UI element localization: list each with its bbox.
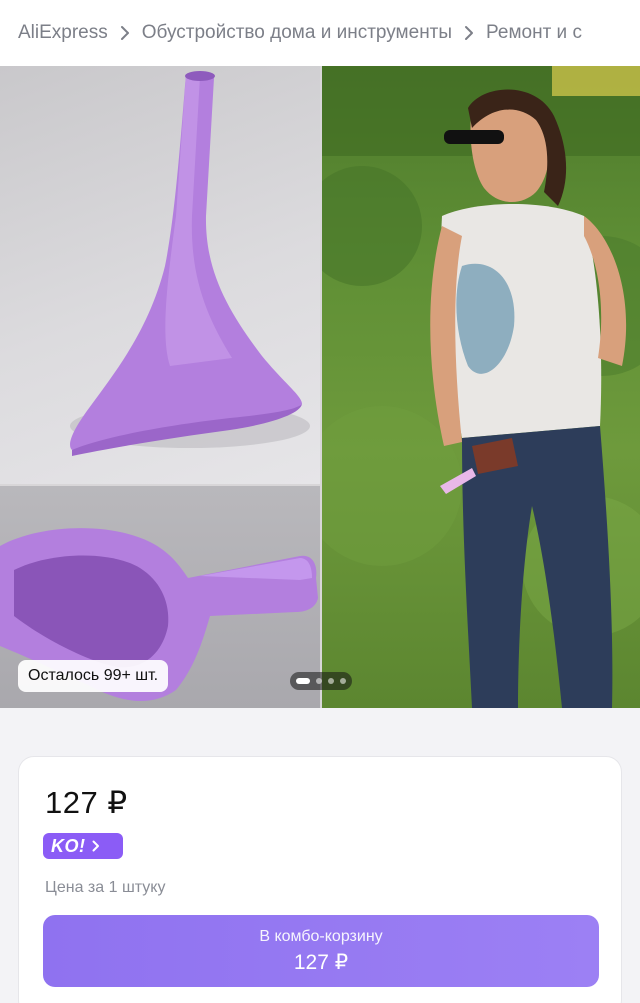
pager-dot-active[interactable] [296,678,310,684]
gallery-pager[interactable] [290,672,352,690]
combo-button-price: 127 ₽ [293,950,349,974]
chevron-right-icon [108,23,142,43]
stock-badge: Осталось 99+ шт. [18,660,169,692]
breadcrumb: AliExpress Обустройство дома и инструмен… [0,0,640,66]
add-to-combo-cart-button[interactable]: В комбо-корзину 127 ₽ [43,915,599,987]
combo-button-label: В комбо-корзину [259,927,383,945]
chevron-right-icon [452,23,486,43]
product-photo-usage[interactable] [322,66,640,708]
chevron-right-icon [92,840,100,852]
product-photo-funnel-standing[interactable] [0,66,320,484]
ko-label: KO! [51,835,86,856]
unit-price-note: Цена за 1 штуку [45,879,166,896]
pager-dot[interactable] [328,678,334,684]
product-gallery[interactable]: Осталось 99+ шт. [0,66,640,708]
breadcrumb-item-repair[interactable]: Ремонт и с [486,22,582,44]
price-card: 127 ₽ KO! Цена за 1 штуку В комбо-корзин… [18,756,622,1003]
pager-dot[interactable] [316,678,322,684]
breadcrumb-item-home-tools[interactable]: Обустройство дома и инструменты [142,22,452,44]
ko-promo-badge[interactable]: KO! [43,833,123,859]
breadcrumb-item-aliexpress[interactable]: AliExpress [18,22,108,44]
pager-dot[interactable] [340,678,346,684]
product-price: 127 ₽ [45,785,128,820]
